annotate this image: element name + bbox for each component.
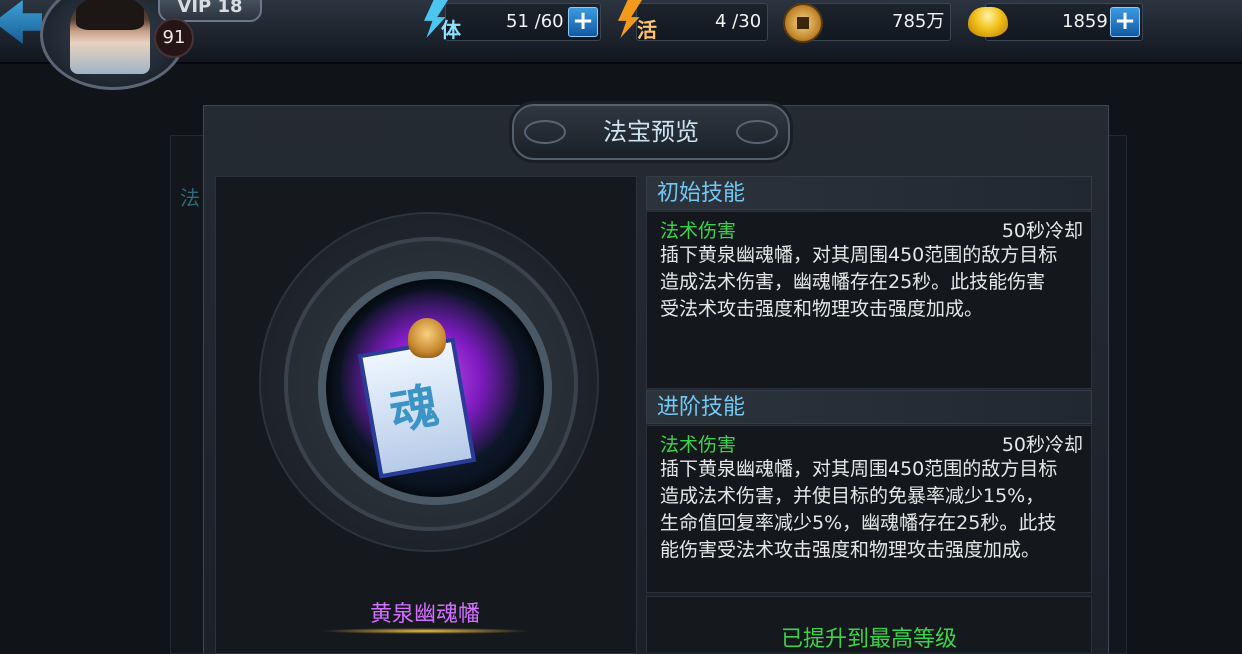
stamina-value: 51 /60 <box>506 11 564 32</box>
player-level-badge: 91 <box>154 18 194 58</box>
skull-ornament-icon <box>408 318 446 358</box>
copper-coin-icon <box>783 3 823 43</box>
advanced-skill-box: 法术伤害 50秒冷却 插下黄泉幽魂幡，对其周围450范围的敌方目标 造成法术伤害… <box>646 425 1092 593</box>
advanced-skill-description: 插下黄泉幽魂幡，对其周围450范围的敌方目标 造成法术伤害，并使目标的免暴率减少… <box>660 458 1058 561</box>
artifact-name: 黄泉幽魂幡 <box>369 602 480 627</box>
initial-skill-type: 法术伤害 <box>660 220 737 242</box>
initial-skill-cooldown: 50秒冷却 <box>1001 220 1083 242</box>
dialog-title: 法宝预览 <box>603 118 699 146</box>
gold-resource: 1859 + <box>985 3 1143 41</box>
max-level-text: 已提升到最高等级 <box>780 627 957 652</box>
gold-value: 1859 <box>1062 11 1108 32</box>
gold-ingot-icon <box>968 7 1008 37</box>
initial-skill-box: 法术伤害 50秒冷却 插下黄泉幽魂幡，对其周围450范围的敌方目标 造成法术伤害… <box>646 211 1092 389</box>
coin-value: 785万 <box>892 11 945 32</box>
advanced-skill-header: 进阶技能 <box>646 390 1092 424</box>
vitality-value: 4 /30 <box>715 11 762 32</box>
add-stamina-button[interactable]: + <box>568 7 598 37</box>
initial-skill-description: 插下黄泉幽魂幡，对其周围450范围的敌方目标 造成法术伤害，幽魂幡存在25秒。此… <box>660 244 1058 320</box>
stamina-label: 体 <box>441 18 461 42</box>
max-level-box: 已提升到最高等级 <box>646 596 1092 652</box>
banner-glyph: 魂 <box>385 377 443 442</box>
avatar[interactable] <box>70 0 150 74</box>
add-gold-button[interactable]: + <box>1110 7 1140 37</box>
stamina-resource: 51 /60 + <box>445 3 601 41</box>
advanced-skill-cooldown: 50秒冷却 <box>1001 434 1083 456</box>
vitality-label: 活 <box>637 18 657 42</box>
background-tab-label: 法 <box>180 186 200 210</box>
initial-skill-header: 初始技能 <box>646 176 1092 210</box>
advanced-skill-type: 法术伤害 <box>660 434 737 456</box>
dialog-title-plate: 法宝预览 <box>512 104 790 160</box>
artifact-name-glow <box>320 628 530 634</box>
